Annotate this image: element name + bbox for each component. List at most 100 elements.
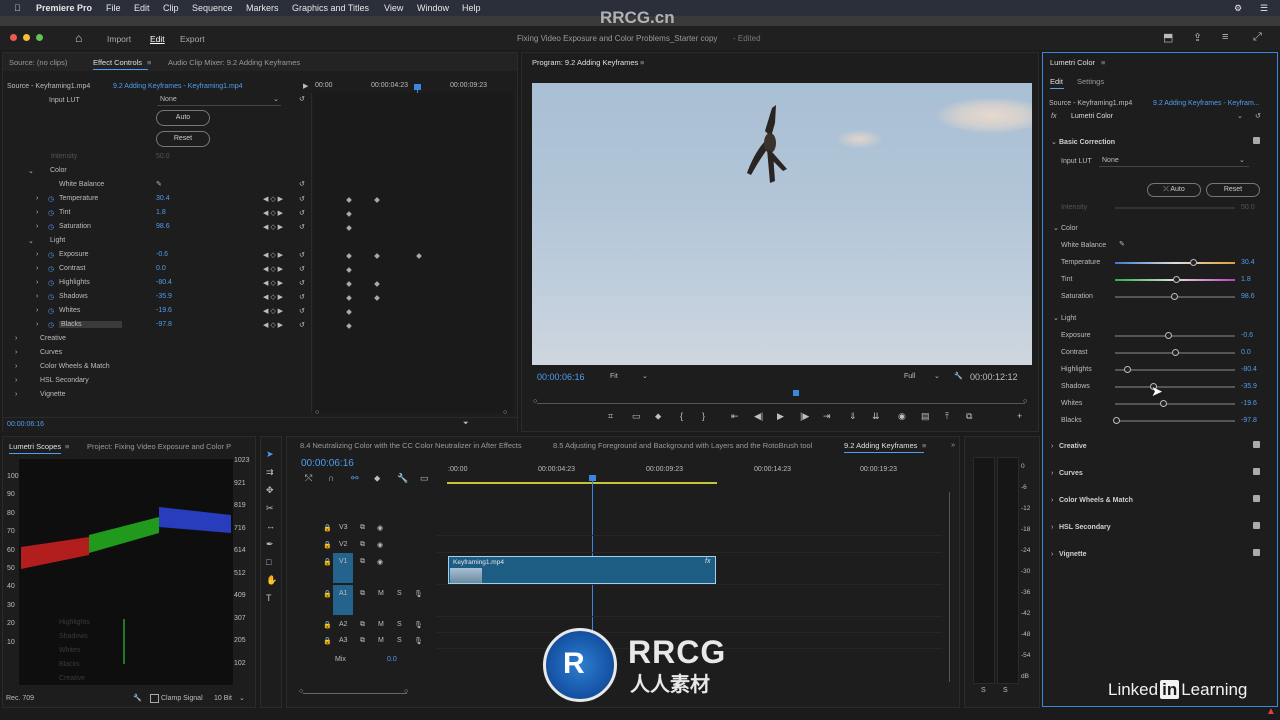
home-icon[interactable]: ⌂ [75, 31, 82, 45]
lumetri-section-checkbox[interactable] [1253, 549, 1260, 556]
lumetri-section-3[interactable]: HSL Secondary [1059, 524, 1111, 531]
play-icon[interactable]: ▶ [777, 411, 784, 422]
stopwatch-icon[interactable]: ◷ [48, 321, 54, 329]
lumetri-tab-settings[interactable]: Settings [1077, 77, 1104, 86]
menu-file[interactable]: File [106, 3, 121, 13]
sync-lock-icon[interactable]: ⧉ [360, 524, 365, 532]
ec-playhead-marker[interactable] [414, 84, 421, 90]
panel-menu-icon[interactable]: ≡ [147, 58, 151, 67]
intensity-slider[interactable] [1115, 207, 1235, 209]
lumetri-section-checkbox[interactable] [1253, 468, 1260, 475]
lumetri-section-4[interactable]: Vignette [1059, 551, 1087, 558]
ec-expand-icon[interactable]: › [36, 265, 38, 272]
stopwatch-icon[interactable]: ◷ [48, 279, 54, 287]
lumetri-color-1-knob[interactable] [1173, 276, 1180, 283]
reset-icon[interactable]: ↺ [299, 209, 305, 217]
menu-graphics-and-titles[interactable]: Graphics and Titles [292, 3, 369, 13]
lumetri-light-4-value[interactable]: -19.6 [1241, 400, 1257, 407]
panel-menu-icon[interactable]: ≡ [922, 441, 926, 450]
nest-icon[interactable]: ⤲ [305, 473, 312, 484]
lumetri-light-0-knob[interactable] [1165, 332, 1172, 339]
program-scrubber[interactable] [537, 403, 1025, 404]
ec-chevron-icon[interactable]: ⌄ [28, 237, 34, 245]
eye-icon[interactable]: ◉ [377, 558, 383, 566]
ec-intensity-value[interactable]: 50.0 [156, 153, 170, 160]
selection-tool-icon[interactable]: ➤ [266, 449, 274, 460]
stopwatch-icon[interactable]: ◷ [48, 251, 54, 259]
reset-icon[interactable]: ↺ [299, 265, 305, 273]
export-frame-icon[interactable]: ◉ [898, 411, 906, 422]
bit-depth-select[interactable]: 10 Bit [214, 695, 232, 702]
lift-icon[interactable]: ⤒ [945, 411, 949, 422]
quality-select[interactable]: Full [904, 373, 915, 380]
reset-icon[interactable]: ↺ [299, 95, 305, 103]
step-forward-icon[interactable]: |▶ [800, 411, 809, 422]
video-frame[interactable] [532, 83, 1032, 365]
solo-button[interactable]: S [397, 637, 402, 644]
program-timecode[interactable]: 00:00:06:16 [537, 372, 585, 382]
eyedropper-icon[interactable]: ✎ [156, 180, 162, 188]
stopwatch-icon[interactable]: ◷ [48, 195, 54, 203]
program-title[interactable]: Program: 9.2 Adding Keyframes [532, 58, 638, 67]
lock-icon[interactable]: 🔒 [323, 590, 332, 598]
scope-standard[interactable]: Rec. 709 [6, 695, 34, 702]
lumetri-light-0-slider[interactable] [1115, 332, 1235, 339]
eyedropper-icon[interactable]: ✎ [1119, 240, 1125, 248]
lumetri-light-0-value[interactable]: -0.6 [1241, 332, 1253, 339]
workspaces-icon[interactable]: ≡ [1222, 31, 1228, 43]
ec-section-2[interactable]: Color Wheels & Match [40, 363, 110, 370]
more-tabs-icon[interactable]: » [951, 440, 955, 449]
overwrite-icon[interactable]: ⇊ [872, 411, 880, 422]
keyframe-nav-icon[interactable]: ◀ ◇ ▶ [263, 209, 283, 217]
zoom-handle[interactable]: ○ [404, 688, 408, 695]
track-label-V3[interactable]: V3 [339, 524, 348, 531]
keyframe-nav-icon[interactable]: ◀ ◇ ▶ [263, 251, 283, 259]
ec-expand-icon[interactable]: › [36, 321, 38, 328]
minimize-button[interactable] [23, 34, 30, 41]
basic-correction-checkbox[interactable] [1253, 137, 1260, 144]
ec-expand-icon[interactable]: › [36, 293, 38, 300]
timeline-tab-2[interactable]: 9.2 Adding Keyframes [844, 441, 917, 450]
tab-export[interactable]: Export [180, 34, 205, 44]
ec-chevron-icon[interactable]: ⌄ [28, 167, 34, 175]
sync-lock-icon[interactable]: ⧉ [360, 621, 365, 629]
track-label-V2[interactable]: V2 [339, 541, 348, 548]
stopwatch-icon[interactable]: ◷ [48, 307, 54, 315]
ec-param-value[interactable]: 0.0 [156, 265, 166, 272]
ripple-edit-icon[interactable]: ✥ [266, 485, 274, 496]
ec-expand-icon[interactable]: › [36, 195, 38, 202]
reset-icon[interactable]: ↺ [299, 195, 305, 203]
chevron-down-icon[interactable]: ⌄ [239, 694, 245, 702]
ec-section-1[interactable]: Curves [40, 349, 62, 356]
lumetri-color-2-slider[interactable] [1115, 293, 1235, 300]
ec-section-expand-icon[interactable]: › [15, 363, 17, 370]
stopwatch-icon[interactable]: ◷ [48, 223, 54, 231]
menu-edit[interactable]: Edit [134, 3, 150, 13]
lumetri-light-2-value[interactable]: -80.4 [1241, 366, 1257, 373]
timeline-tab-0[interactable]: 8.4 Neutralizing Color with the CC Color… [300, 441, 522, 450]
lock-icon[interactable]: 🔒 [323, 524, 332, 532]
menu-view[interactable]: View [384, 3, 403, 13]
lumetri-color-2-knob[interactable] [1171, 293, 1178, 300]
solo-right[interactable]: S [1003, 687, 1008, 694]
chevron-down-icon[interactable]: ⌄ [1053, 224, 1059, 232]
ec-timecode[interactable]: 00:00:06:16 [7, 421, 44, 428]
lumetri-reset-button[interactable]: Reset [1206, 183, 1260, 197]
keyframe-nav-icon[interactable]: ◀ ◇ ▶ [263, 307, 283, 315]
mix-value[interactable]: 0.0 [387, 656, 397, 663]
lumetri-section-checkbox[interactable] [1253, 441, 1260, 448]
tab-source[interactable]: Source: (no clips) [9, 58, 67, 67]
reset-icon[interactable]: ↺ [299, 293, 305, 301]
add-marker-icon[interactable]: ⬥ [655, 411, 661, 422]
goto-out-icon[interactable]: ⇥ [823, 411, 831, 422]
keyframe-nav-icon[interactable]: ◀ ◇ ▶ [263, 223, 283, 231]
ec-expand-icon[interactable]: › [36, 251, 38, 258]
lumetri-intensity-value[interactable]: 50.0 [1241, 204, 1255, 211]
lumetri-section-checkbox[interactable] [1253, 522, 1260, 529]
out-point-icon[interactable]: } [702, 411, 705, 421]
ec-expand-icon[interactable]: › [36, 223, 38, 230]
menu-window[interactable]: Window [417, 3, 449, 13]
timeline-vscroll[interactable] [949, 492, 950, 682]
clip-keyframing1[interactable]: Keyframing1.mp4 fx [448, 556, 716, 584]
stopwatch-icon[interactable]: ◷ [48, 293, 54, 301]
